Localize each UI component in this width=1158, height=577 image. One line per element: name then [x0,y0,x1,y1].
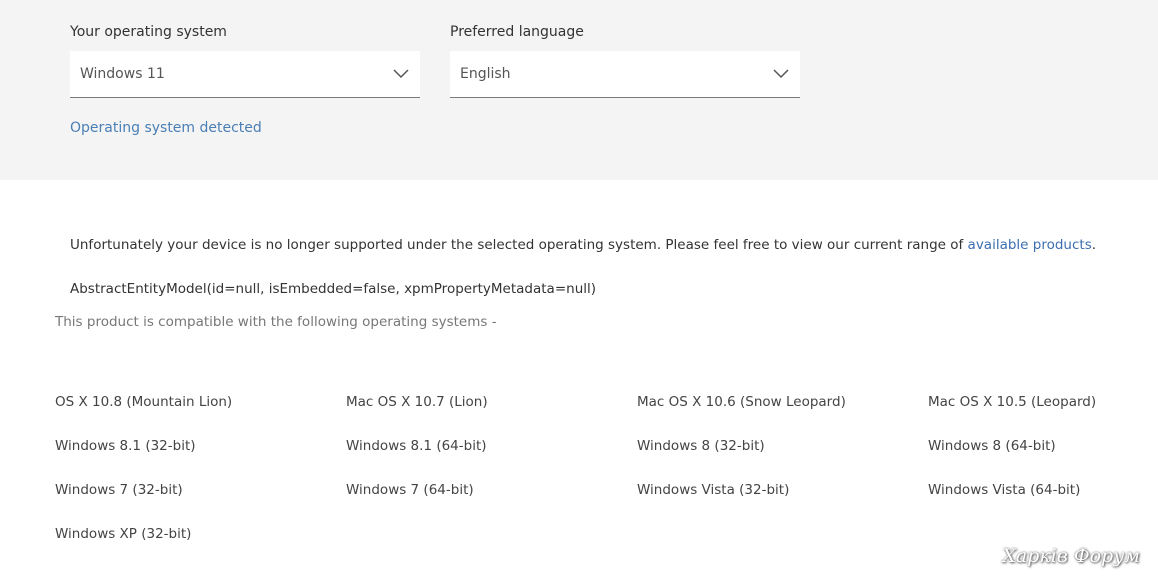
os-select-value: Windows 11 [80,66,165,82]
os-list-item: Windows 7 (64-bit) [346,482,474,498]
os-list-item: Windows Vista (32-bit) [637,482,790,498]
os-label: Your operating system [70,24,227,40]
language-select-value: English [460,66,511,82]
os-list-item: Mac OS X 10.6 (Snow Leopard) [637,394,846,410]
os-list-item: Windows XP (32-bit) [55,526,192,542]
os-list-item: Mac OS X 10.7 (Lion) [346,394,488,410]
model-debug-text: AbstractEntityModel(id=null, isEmbedded=… [70,281,597,297]
os-list-item: Windows 8 (32-bit) [637,438,765,454]
notice-text: Unfortunately your device is no longer s… [70,237,968,253]
os-list-item: Windows 8.1 (64-bit) [346,438,487,454]
chevron-down-icon [773,69,789,79]
os-list-item: Windows 8 (64-bit) [928,438,1056,454]
language-label: Preferred language [450,24,584,40]
os-select[interactable]: Windows 11 [70,51,420,98]
language-select[interactable]: English [450,51,800,98]
os-list-item: Windows 8.1 (32-bit) [55,438,196,454]
available-products-link[interactable]: available products [968,237,1092,253]
os-list-item: Mac OS X 10.5 (Leopard) [928,394,1097,410]
compatibility-heading: This product is compatible with the foll… [55,314,497,330]
os-list-item: OS X 10.8 (Mountain Lion) [55,394,233,410]
watermark-logo: Харків Форум [1002,545,1140,567]
notice-suffix: . [1091,237,1097,253]
selection-panel: Your operating system Windows 11 Preferr… [0,0,1158,180]
os-list-item: Windows Vista (64-bit) [928,482,1081,498]
chevron-down-icon [393,69,409,79]
os-detected-status: Operating system detected [70,120,262,136]
unsupported-notice: Unfortunately your device is no longer s… [70,237,1096,253]
os-list-item: Windows 7 (32-bit) [55,482,183,498]
